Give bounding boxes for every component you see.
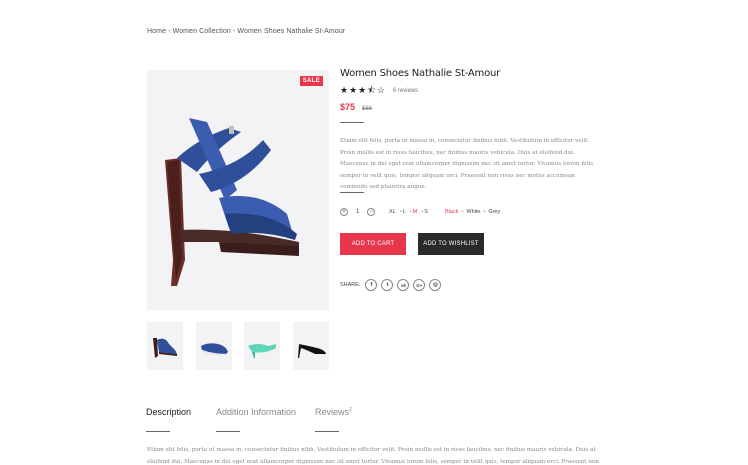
shoe-image [165,118,299,286]
tab-addition-information[interactable]: Addition Information [216,407,296,417]
plus-icon[interactable]: + [340,208,348,216]
star-full-icon: ★ [349,85,358,95]
reviews-count-sup: 2 [349,407,352,413]
price-old: $86 [362,106,373,112]
thumbnail-1[interactable] [147,322,183,370]
share-label: SHARE: [340,282,361,288]
separator-dot: • [409,209,412,215]
tab-underline [315,431,339,432]
separator-dot: • [421,209,424,215]
shoe-image [298,344,326,358]
share-bar: SHARE: f t vk G+ ◎ [340,279,445,291]
shoe-image [248,344,276,358]
size-option-m[interactable]: M [413,209,418,215]
add-to-cart-button[interactable]: ADD TO CART [340,233,406,255]
shoe-image [153,338,177,358]
product-title: Women Shoes Nathalie St-Amour [340,68,501,79]
star-empty-icon: ☆ [376,85,385,95]
facebook-icon[interactable]: f [365,279,378,291]
color-option-white[interactable]: White [466,209,480,215]
color-option-black[interactable]: Black [445,209,458,215]
star-full-icon: ★ [340,85,349,95]
minus-icon[interactable]: − [367,208,376,216]
breadcrumb-current: Women Shoes Nathalie St-Amour [237,28,346,35]
tab-reviews-label: Reviews [315,407,350,417]
product-main-image[interactable]: SALE [147,70,329,310]
quantity-stepper: + 1 − [340,208,376,216]
twitter-icon[interactable]: t [381,279,394,291]
size-option-l[interactable]: L [403,209,406,215]
thumbnail-2[interactable] [196,322,232,370]
tab-underline [216,431,240,432]
add-to-wishlist-button[interactable]: ADD TO WISHLIST [418,233,484,255]
size-selector: XL •L •M •S [389,209,429,215]
thumbnail-3[interactable] [244,322,280,370]
instagram-icon[interactable]: ◎ [429,279,442,291]
star-half-icon: ⯪ [367,85,376,95]
star-full-icon: ★ [358,85,367,95]
product-tabs: Description Addition Information Reviews… [146,407,606,433]
separator-dot: • [399,209,402,215]
separator-dot: • [483,209,486,215]
product-description: Etiam elit felis, porta ut massa in, con… [340,138,595,190]
breadcrumb-women-collection[interactable]: Women Collection [173,28,231,35]
reviews-link[interactable]: 6 reviews [393,88,418,94]
tab-reviews[interactable]: Reviews2 [315,407,352,417]
tab-description[interactable]: Description [146,407,191,417]
product-rating: ★ ★ ★ ⯪ ☆ 6 reviews [340,86,418,95]
product-price: $75 $86 [340,102,372,112]
thumbnail-4[interactable] [293,322,329,370]
vk-icon[interactable]: vk [397,279,410,291]
breadcrumb-home[interactable]: Home [147,28,166,35]
price-current: $75 [340,102,356,112]
tab-description-content: Etiam elit felis, porta ut massa in, con… [147,447,599,465]
sale-badge: SALE [299,76,323,86]
google-plus-icon[interactable]: G+ [413,279,426,291]
breadcrumb: Home - Women Collection - Women Shoes Na… [147,28,345,35]
tab-underline [146,431,170,432]
shoe-image [201,343,228,356]
separator-dot: • [461,209,464,215]
quantity-value[interactable]: 1 [356,209,359,215]
color-option-grey[interactable]: Grey [488,209,500,215]
size-option-xl[interactable]: XL [389,209,396,215]
size-option-s[interactable]: S [424,209,428,215]
divider [340,192,364,193]
color-selector: Black • White • Grey [445,209,500,215]
thumbnail-gallery [147,322,329,370]
divider [340,122,364,123]
